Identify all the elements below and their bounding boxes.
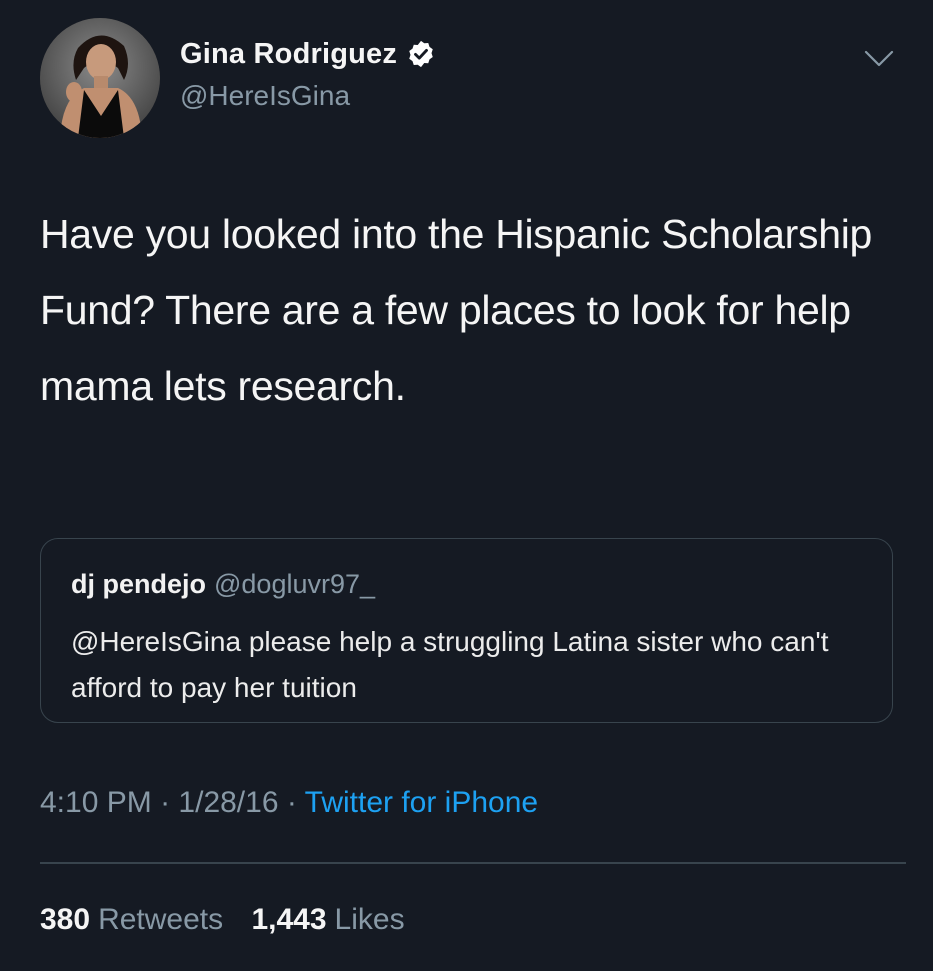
likes-label: Likes	[334, 903, 405, 936]
tweet-date: 1/28/16	[178, 786, 279, 819]
tweet-stats: 380 Retweets 1,443 Likes	[40, 903, 405, 937]
quoted-tweet-text: @HereIsGina please help a struggling Lat…	[71, 626, 829, 703]
quoted-author-name: dj pendejo	[71, 569, 206, 599]
tweet-text: Have you looked into the Hispanic Schola…	[40, 211, 873, 409]
author-name-row[interactable]: Gina Rodriguez	[180, 34, 436, 74]
retweets-stat[interactable]: 380 Retweets	[40, 903, 231, 936]
likes-stat[interactable]: 1,443 Likes	[251, 903, 404, 936]
retweets-label: Retweets	[98, 903, 224, 936]
verified-badge-icon	[406, 39, 436, 69]
tweet-source-link[interactable]: Twitter for iPhone	[305, 786, 538, 819]
retweets-count: 380	[40, 903, 91, 936]
author-avatar[interactable]	[40, 18, 160, 138]
quoted-author-handle: @dogluvr97_	[214, 569, 376, 599]
meta-separator: ·	[160, 786, 171, 819]
likes-count: 1,443	[251, 903, 327, 936]
tweet-meta: 4:10 PM · 1/28/16 · Twitter for iPhone	[40, 786, 538, 820]
tweet-time: 4:10 PM	[40, 786, 152, 819]
divider	[40, 862, 906, 864]
author-display-name[interactable]: Gina Rodriguez	[180, 38, 397, 71]
quoted-tweet-header: dj pendejo @dogluvr97_	[71, 569, 375, 600]
chevron-down-icon[interactable]	[862, 48, 896, 70]
meta-separator: ·	[286, 786, 297, 819]
author-handle[interactable]: @HereIsGina	[180, 80, 350, 112]
quoted-tweet-card[interactable]: dj pendejo @dogluvr97_ @HereIsGina please…	[40, 538, 893, 723]
